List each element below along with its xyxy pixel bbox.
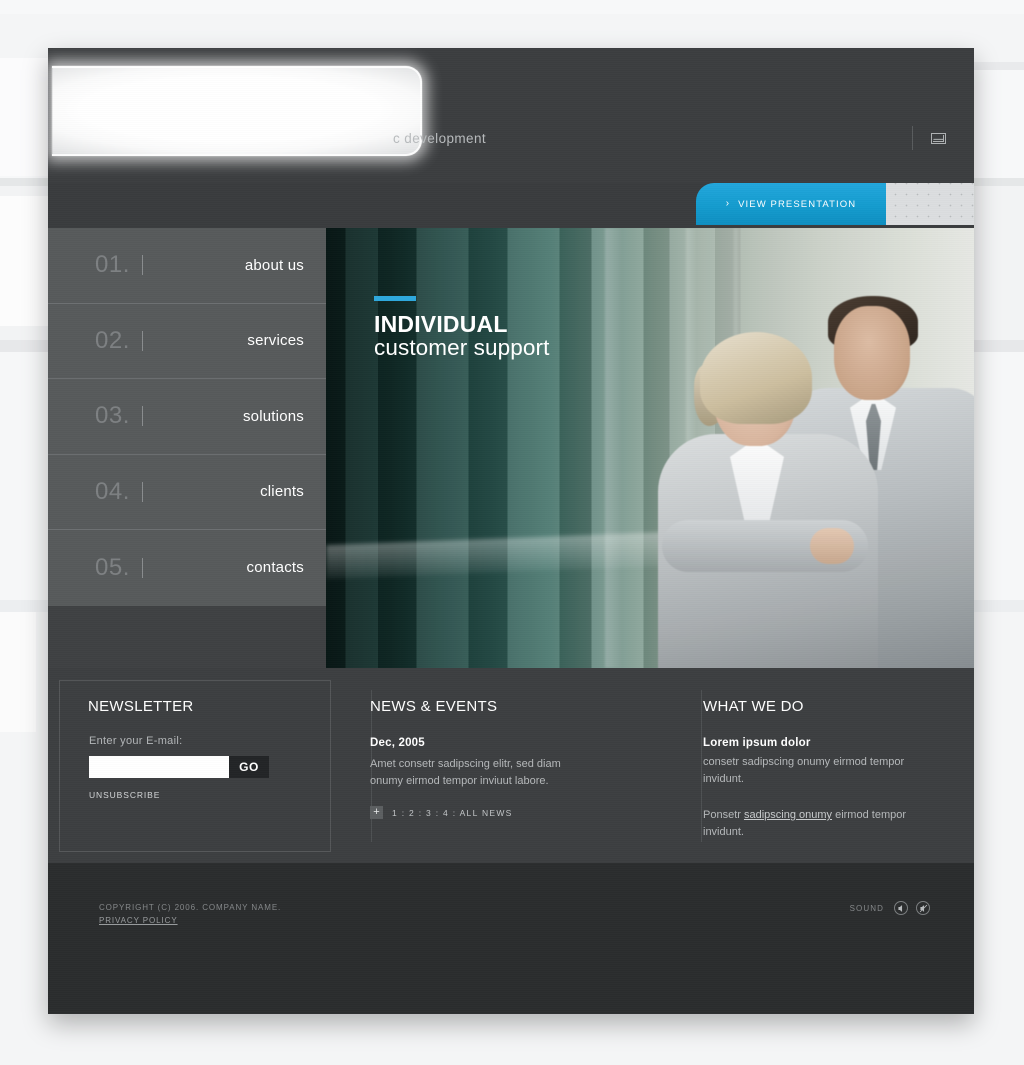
hero-title-primary: INDIVIDUAL bbox=[374, 311, 508, 337]
site-header: c development bbox=[48, 48, 974, 183]
news-column: NEWS & EVENTS Dec, 2005 Amet consetr sad… bbox=[370, 698, 670, 820]
what-we-do-body-2-pre: Ponsetr bbox=[703, 809, 744, 822]
sound-label: SOUND bbox=[849, 903, 884, 913]
sound-controls: SOUND bbox=[850, 901, 930, 915]
what-we-do-column: WHAT WE DO Lorem ipsum dolor consetr sad… bbox=[703, 698, 973, 841]
what-we-do-inline-link[interactable]: sadipscing onumy bbox=[744, 809, 832, 821]
dot-grid-panel bbox=[886, 183, 974, 225]
nav-separator bbox=[142, 406, 143, 427]
nav-separator bbox=[142, 481, 143, 502]
news-body: Amet consetr sadipscing elitr, sed diam … bbox=[370, 758, 561, 788]
chevron-right-icon: › bbox=[725, 198, 730, 209]
privacy-policy-link[interactable]: PRIVACY POLICY bbox=[99, 916, 178, 925]
view-presentation-button[interactable]: › VIEW PRESENTATION bbox=[696, 183, 886, 225]
website-page: c development › VIEW PRESENTATION 01. ab… bbox=[48, 48, 974, 1014]
speaker-off-icon[interactable] bbox=[916, 901, 930, 915]
hero-copy: INDIVIDUAL customer support bbox=[374, 296, 549, 361]
what-we-do-body-2: Ponsetr sadipscing onumy eirmod tempor i… bbox=[703, 807, 908, 841]
hero-image: INDIVIDUAL customer support bbox=[326, 228, 974, 668]
nav-label: solutions bbox=[242, 407, 304, 425]
newsletter-form: GO bbox=[89, 756, 269, 778]
hero-mullion-1 bbox=[604, 228, 621, 668]
nav-item-services[interactable]: 02. services bbox=[48, 303, 326, 379]
header-utility-group bbox=[912, 126, 946, 150]
what-we-do-body-1: consetr sadipscing onumy eirmod tempor i… bbox=[703, 756, 905, 786]
newsletter-unsubscribe-link[interactable]: UNSUBSCRIBE bbox=[89, 790, 160, 800]
background-band-top bbox=[0, 0, 1024, 14]
newsletter-title: NEWSLETTER bbox=[88, 698, 194, 715]
main-navigation: 01. about us 02. services 03. solutions … bbox=[48, 228, 326, 668]
nav-item-about-us[interactable]: 01. about us bbox=[48, 228, 326, 304]
hero-title-secondary: customer support bbox=[374, 335, 550, 361]
nav-separator bbox=[142, 557, 143, 578]
nav-item-contacts[interactable]: 05. contacts bbox=[48, 530, 326, 606]
header-divider bbox=[912, 126, 913, 150]
hero-person-woman bbox=[652, 332, 882, 668]
nav-number: 01. bbox=[95, 251, 130, 279]
news-date: Dec, 2005 bbox=[370, 737, 425, 749]
nav-separator bbox=[142, 255, 143, 276]
hero-accent-bar bbox=[374, 296, 416, 301]
what-we-do-lead: Lorem ipsum dolor bbox=[703, 737, 811, 749]
logo-plate-border bbox=[52, 66, 422, 156]
copyright-text: COPYRIGHT (C) 2006. COMPANY NAME. bbox=[99, 903, 282, 912]
speaker-on-icon[interactable] bbox=[894, 901, 908, 915]
nav-number: 04. bbox=[95, 477, 130, 505]
nav-label: contacts bbox=[246, 559, 304, 577]
header-tagline: c development bbox=[393, 131, 487, 146]
news-pagination: + 1 : 2 : 3 : 4 : ALL NEWS bbox=[370, 806, 670, 820]
nav-number: 05. bbox=[95, 553, 130, 581]
nav-separator bbox=[142, 330, 143, 351]
background-block-c bbox=[0, 612, 36, 732]
nav-item-solutions[interactable]: 03. solutions bbox=[48, 379, 326, 455]
newsletter-go-button[interactable]: GO bbox=[229, 756, 269, 778]
nav-label: services bbox=[247, 332, 304, 350]
presentation-strip: › VIEW PRESENTATION bbox=[48, 183, 974, 225]
site-footer: COPYRIGHT (C) 2006. COMPANY NAME. PRIVAC… bbox=[48, 863, 974, 1014]
envelope-icon[interactable] bbox=[931, 132, 946, 144]
nav-label: about us bbox=[244, 256, 304, 274]
column-divider-2 bbox=[701, 690, 702, 842]
plus-icon[interactable]: + bbox=[370, 806, 383, 820]
nav-label: clients bbox=[260, 483, 304, 501]
news-pager-links[interactable]: 1 : 2 : 3 : 4 : ALL NEWS bbox=[392, 808, 513, 818]
news-title: NEWS & EVENTS bbox=[370, 698, 498, 715]
nav-item-clients[interactable]: 04. clients bbox=[48, 454, 326, 530]
nav-number: 03. bbox=[95, 402, 130, 430]
view-presentation-label: VIEW PRESENTATION bbox=[738, 198, 857, 210]
newsletter-field-label: Enter your E-mail: bbox=[89, 735, 183, 747]
screenshot-stage: c development › VIEW PRESENTATION 01. ab… bbox=[0, 0, 1024, 1065]
newsletter-email-input[interactable] bbox=[89, 756, 229, 778]
main-row: 01. about us 02. services 03. solutions … bbox=[48, 228, 974, 668]
what-we-do-title: WHAT WE DO bbox=[703, 698, 804, 715]
nav-number: 02. bbox=[95, 326, 130, 354]
content-columns: NEWSLETTER Enter your E-mail: GO UNSUBSC… bbox=[48, 668, 974, 863]
